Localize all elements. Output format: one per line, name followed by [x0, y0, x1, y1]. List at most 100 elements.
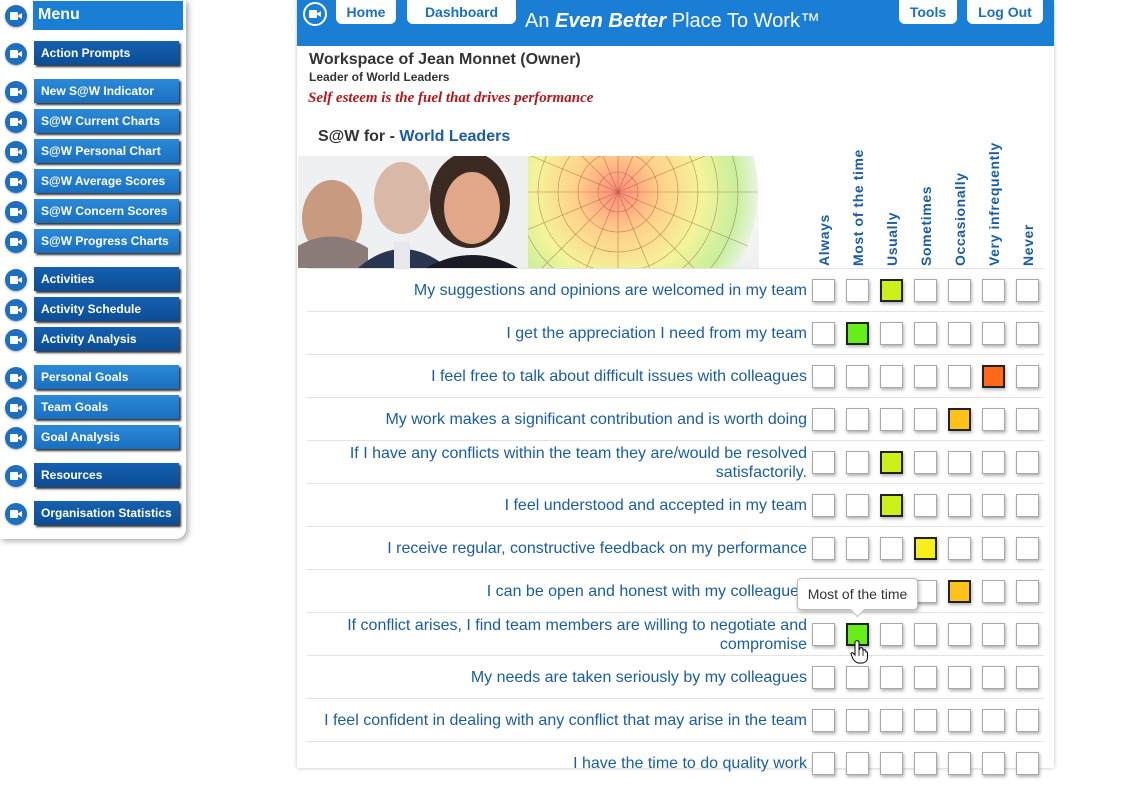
rating-checkbox[interactable]: [914, 666, 937, 689]
video-camera-icon[interactable]: [5, 503, 27, 525]
rating-checkbox[interactable]: [880, 408, 903, 431]
rating-checkbox[interactable]: [982, 279, 1005, 302]
rating-checkbox[interactable]: [982, 623, 1005, 646]
video-camera-icon[interactable]: [5, 465, 27, 487]
rating-checkbox[interactable]: [914, 451, 937, 474]
video-camera-icon[interactable]: [5, 269, 27, 291]
video-camera-icon[interactable]: [5, 141, 27, 163]
rating-checkbox[interactable]: [812, 537, 835, 560]
rating-checkbox[interactable]: [914, 279, 937, 302]
rating-checkbox[interactable]: [846, 752, 869, 775]
rating-checkbox[interactable]: [1016, 279, 1039, 302]
rating-checkbox[interactable]: [812, 623, 835, 646]
video-camera-icon[interactable]: [5, 299, 27, 321]
rating-checkbox[interactable]: [948, 451, 971, 474]
rating-checkbox[interactable]: [948, 623, 971, 646]
sidebar-button[interactable]: S@W Average Scores: [34, 169, 179, 193]
sidebar-button[interactable]: S@W Concern Scores: [34, 199, 179, 223]
video-camera-icon[interactable]: [303, 2, 327, 26]
rating-checkbox-selected[interactable]: [880, 451, 903, 474]
rating-checkbox[interactable]: [948, 365, 971, 388]
rating-checkbox[interactable]: [948, 537, 971, 560]
logout-button[interactable]: Log Out: [967, 0, 1043, 24]
sidebar-button[interactable]: Action Prompts: [34, 41, 179, 65]
rating-checkbox[interactable]: [812, 451, 835, 474]
rating-checkbox[interactable]: [982, 451, 1005, 474]
video-camera-icon[interactable]: [5, 171, 27, 193]
sidebar-button[interactable]: Goal Analysis: [34, 425, 179, 449]
sidebar-button[interactable]: S@W Progress Charts: [34, 229, 179, 253]
rating-checkbox[interactable]: [948, 752, 971, 775]
rating-checkbox[interactable]: [982, 752, 1005, 775]
rating-checkbox[interactable]: [914, 322, 937, 345]
rating-checkbox[interactable]: [914, 365, 937, 388]
sidebar-button[interactable]: Activity Schedule: [34, 297, 179, 321]
rating-checkbox-selected[interactable]: [914, 537, 937, 560]
video-camera-icon[interactable]: [5, 111, 27, 133]
sidebar-button[interactable]: Activity Analysis: [34, 327, 179, 351]
video-camera-icon[interactable]: [5, 397, 27, 419]
rating-checkbox[interactable]: [1016, 666, 1039, 689]
rating-checkbox-selected[interactable]: [982, 365, 1005, 388]
rating-checkbox-selected[interactable]: [948, 408, 971, 431]
rating-checkbox[interactable]: [880, 537, 903, 560]
rating-checkbox[interactable]: [812, 494, 835, 517]
rating-checkbox[interactable]: [914, 709, 937, 732]
rating-checkbox-selected[interactable]: [846, 322, 869, 345]
tools-button[interactable]: Tools: [899, 0, 957, 24]
rating-checkbox[interactable]: [1016, 752, 1039, 775]
rating-checkbox[interactable]: [846, 666, 869, 689]
rating-checkbox[interactable]: [1016, 494, 1039, 517]
rating-checkbox-selected[interactable]: [880, 279, 903, 302]
rating-checkbox[interactable]: [846, 451, 869, 474]
rating-checkbox-selected[interactable]: [948, 580, 971, 603]
rating-checkbox[interactable]: [812, 709, 835, 732]
video-camera-icon[interactable]: [5, 367, 27, 389]
sidebar-button[interactable]: Organisation Statistics: [34, 501, 179, 525]
video-camera-icon[interactable]: [5, 329, 27, 351]
rating-checkbox[interactable]: [948, 279, 971, 302]
rating-checkbox[interactable]: [982, 537, 1005, 560]
rating-checkbox[interactable]: [982, 494, 1005, 517]
rating-checkbox[interactable]: [812, 408, 835, 431]
video-camera-icon[interactable]: [5, 231, 27, 253]
rating-checkbox[interactable]: [1016, 537, 1039, 560]
rating-checkbox[interactable]: [880, 623, 903, 646]
sidebar-button[interactable]: Personal Goals: [34, 365, 179, 389]
rating-checkbox[interactable]: [846, 709, 869, 732]
group-name[interactable]: World Leaders: [399, 128, 510, 145]
sidebar-button[interactable]: Activities: [34, 267, 179, 291]
rating-checkbox[interactable]: [948, 322, 971, 345]
rating-checkbox[interactable]: [914, 494, 937, 517]
rating-checkbox[interactable]: [880, 365, 903, 388]
rating-checkbox[interactable]: [812, 365, 835, 388]
rating-checkbox[interactable]: [1016, 580, 1039, 603]
rating-checkbox[interactable]: [880, 709, 903, 732]
rating-checkbox[interactable]: [982, 666, 1005, 689]
rating-checkbox[interactable]: [914, 752, 937, 775]
rating-checkbox[interactable]: [948, 709, 971, 732]
rating-checkbox[interactable]: [880, 666, 903, 689]
rating-checkbox[interactable]: [982, 580, 1005, 603]
sidebar-button[interactable]: Team Goals: [34, 395, 179, 419]
rating-checkbox[interactable]: [846, 408, 869, 431]
sidebar-button[interactable]: S@W Personal Chart: [34, 139, 179, 163]
rating-checkbox[interactable]: [812, 666, 835, 689]
rating-checkbox[interactable]: [948, 494, 971, 517]
rating-checkbox[interactable]: [914, 623, 937, 646]
sidebar-button[interactable]: New S@W Indicator: [34, 79, 179, 103]
rating-checkbox[interactable]: [948, 666, 971, 689]
video-camera-icon[interactable]: [5, 201, 27, 223]
rating-checkbox[interactable]: [880, 752, 903, 775]
rating-checkbox[interactable]: [1016, 451, 1039, 474]
video-camera-icon[interactable]: [5, 427, 27, 449]
rating-checkbox[interactable]: [1016, 709, 1039, 732]
rating-checkbox[interactable]: [982, 408, 1005, 431]
rating-checkbox[interactable]: [812, 752, 835, 775]
rating-checkbox[interactable]: [846, 365, 869, 388]
rating-checkbox[interactable]: [982, 709, 1005, 732]
dashboard-button[interactable]: Dashboard: [407, 0, 516, 24]
rating-checkbox[interactable]: [1016, 408, 1039, 431]
home-button[interactable]: Home: [336, 0, 396, 24]
rating-checkbox[interactable]: [1016, 365, 1039, 388]
